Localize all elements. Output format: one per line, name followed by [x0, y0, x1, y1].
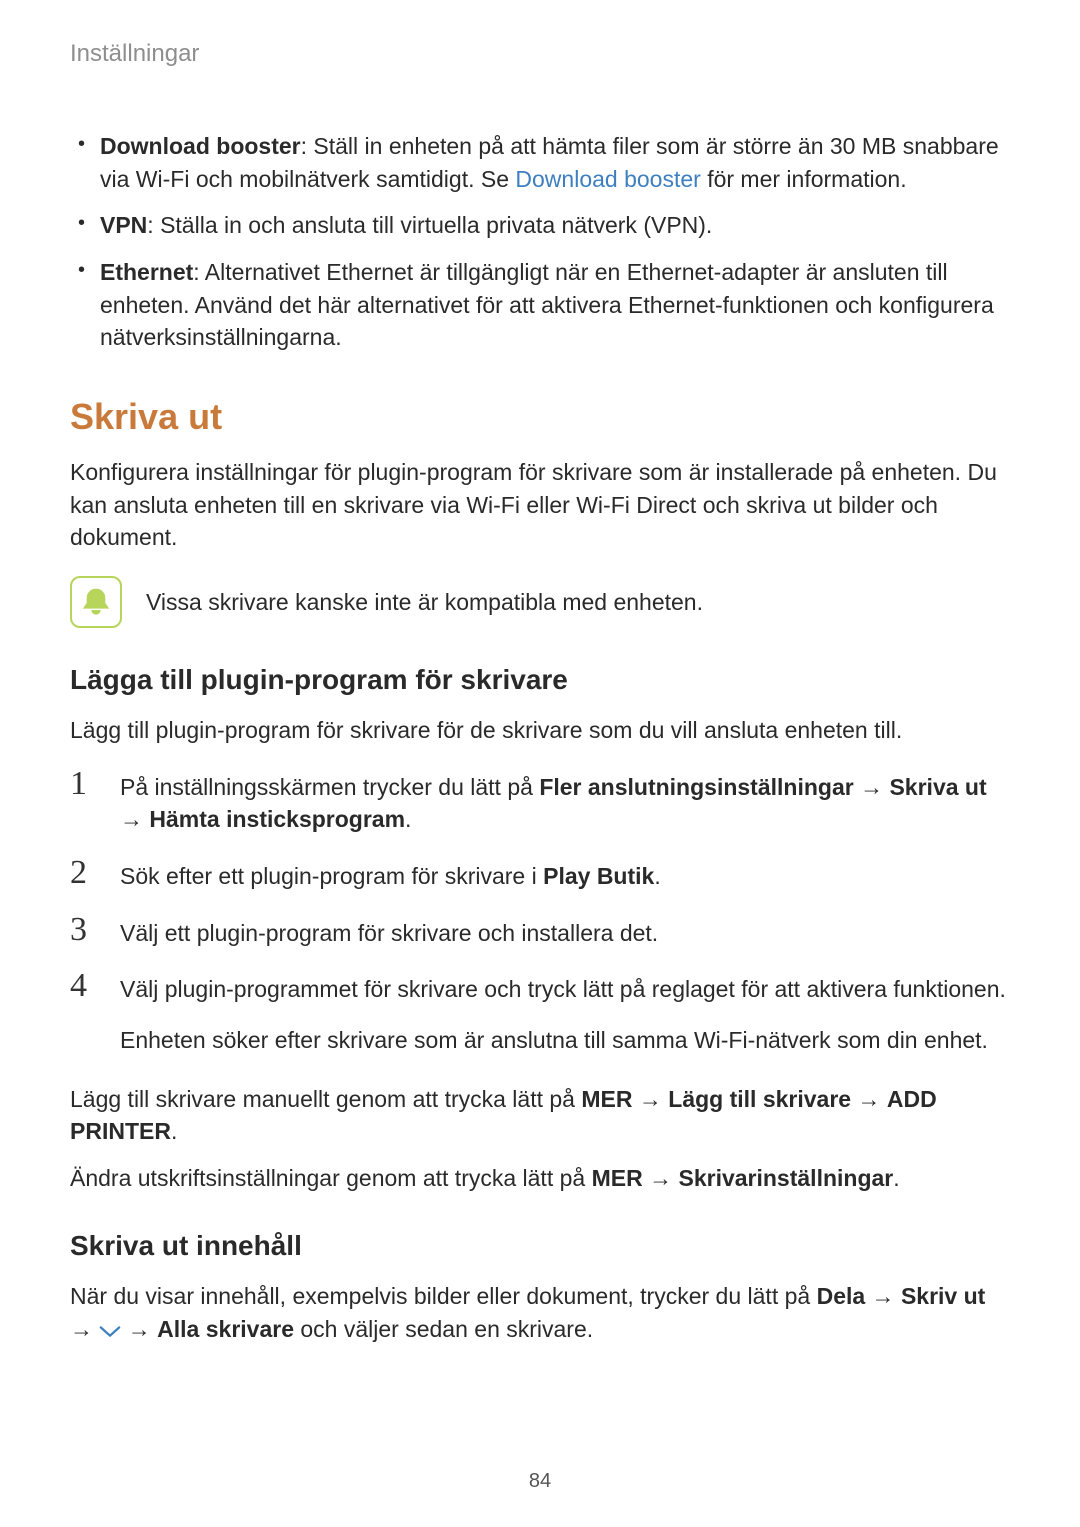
section-intro: Konfigurera inställningar för plugin-pro… — [70, 456, 1010, 554]
step-number: 4 — [70, 967, 98, 1003]
arrow: → — [632, 1086, 668, 1112]
arrow: → — [70, 1316, 99, 1342]
ui-path: Skriv ut — [901, 1283, 985, 1309]
note-text: Vissa skrivare kanske inte är kompatibla… — [146, 586, 703, 619]
text: . — [171, 1118, 177, 1144]
step-number: 2 — [70, 854, 98, 890]
step-text: . — [405, 806, 411, 832]
download-booster-link[interactable]: Download booster — [515, 166, 700, 192]
ui-path: MER — [581, 1086, 632, 1112]
subsection-add-plugin-intro: Lägg till plugin-program för skrivare fö… — [70, 714, 1010, 747]
step-body: Välj plugin-programmet för skrivare och … — [120, 967, 1006, 1006]
step-body: Välj ett plugin-program för skrivare och… — [120, 911, 658, 950]
text: När du visar innehåll, exempelvis bilder… — [70, 1283, 817, 1309]
step-text: Välj ett plugin-program för skrivare och… — [120, 920, 658, 946]
text: . — [893, 1165, 899, 1191]
ui-path: Fler anslutningsinställningar — [539, 774, 853, 800]
text: Ändra utskriftsinställningar genom att t… — [70, 1165, 592, 1191]
step-body: Sök efter ett plugin-program för skrivar… — [120, 854, 661, 893]
step-4: 4 Välj plugin-programmet för skrivare oc… — [70, 967, 1010, 1006]
bullet-text: : Ställa in och ansluta till virtuella p… — [147, 212, 712, 238]
step-2: 2 Sök efter ett plugin-program för skriv… — [70, 854, 1010, 893]
page-header: Inställningar — [70, 40, 1010, 68]
step-4-followup: Enheten söker efter skrivare som är ansl… — [120, 1024, 1010, 1057]
ui-path: Lägg till skrivare — [668, 1086, 851, 1112]
page-number: 84 — [0, 1470, 1080, 1493]
step-3: 3 Välj ett plugin-program för skrivare o… — [70, 911, 1010, 950]
bullet-term: Ethernet — [100, 259, 193, 285]
arrow: → — [854, 774, 890, 800]
ui-path: MER — [592, 1165, 643, 1191]
subsection-add-plugin-title: Lägga till plugin-program för skrivare — [70, 664, 1010, 696]
arrow: → — [643, 1165, 679, 1191]
manual-add-printer: Lägg till skrivare manuellt genom att tr… — [70, 1083, 1010, 1148]
bell-icon — [80, 586, 112, 618]
arrow: → — [120, 806, 149, 832]
arrow: → — [865, 1283, 901, 1309]
additional-paragraphs: Lägg till skrivare manuellt genom att tr… — [70, 1083, 1010, 1195]
step-text: På inställningsskärmen trycker du lätt p… — [120, 774, 539, 800]
step-1: 1 På inställningsskärmen trycker du lätt… — [70, 765, 1010, 836]
ui-path: Dela — [817, 1283, 866, 1309]
step-body: På inställningsskärmen trycker du lätt p… — [120, 765, 1010, 836]
ui-path: Skriva ut — [889, 774, 986, 800]
note-block: Vissa skrivare kanske inte är kompatibla… — [70, 576, 1010, 628]
change-print-settings: Ändra utskriftsinställningar genom att t… — [70, 1162, 1010, 1195]
step-text: Välj plugin-programmet för skrivare och … — [120, 976, 1006, 1002]
step-number: 1 — [70, 765, 98, 801]
ui-path: Skrivarinställningar — [678, 1165, 893, 1191]
bullet-vpn: VPN: Ställa in och ansluta till virtuell… — [100, 209, 1010, 242]
text: Lägg till skrivare manuellt genom att tr… — [70, 1086, 581, 1112]
section-title-skriva-ut: Skriva ut — [70, 396, 1010, 438]
dropdown-arrow-icon — [99, 1315, 121, 1348]
ui-path: Play Butik — [543, 863, 654, 889]
print-content-paragraph: När du visar innehåll, exempelvis bilder… — [70, 1280, 1010, 1347]
step-text: . — [654, 863, 660, 889]
note-bell-icon — [70, 576, 122, 628]
feature-bullet-list: Download booster: Ställ in enheten på at… — [70, 130, 1010, 354]
bullet-ethernet: Ethernet: Alternativet Ethernet är tillg… — [100, 256, 1010, 354]
text: och väljer sedan en skrivare. — [294, 1316, 593, 1342]
step-number: 3 — [70, 911, 98, 947]
step-text: Sök efter ett plugin-program för skrivar… — [120, 863, 543, 889]
bullet-term: VPN — [100, 212, 147, 238]
ui-path: Hämta insticksprogram — [149, 806, 405, 832]
arrow: → — [121, 1316, 157, 1342]
bullet-download-booster: Download booster: Ställ in enheten på at… — [100, 130, 1010, 195]
steps-list: 1 På inställningsskärmen trycker du lätt… — [70, 765, 1010, 1006]
subsection-print-content-title: Skriva ut innehåll — [70, 1230, 1010, 1262]
bullet-text: : Alternativet Ethernet är tillgängligt … — [100, 259, 994, 350]
ui-path: Alla skrivare — [157, 1316, 294, 1342]
bullet-term: Download booster — [100, 133, 301, 159]
bullet-text-b: för mer information. — [701, 166, 907, 192]
arrow: → — [851, 1086, 887, 1112]
